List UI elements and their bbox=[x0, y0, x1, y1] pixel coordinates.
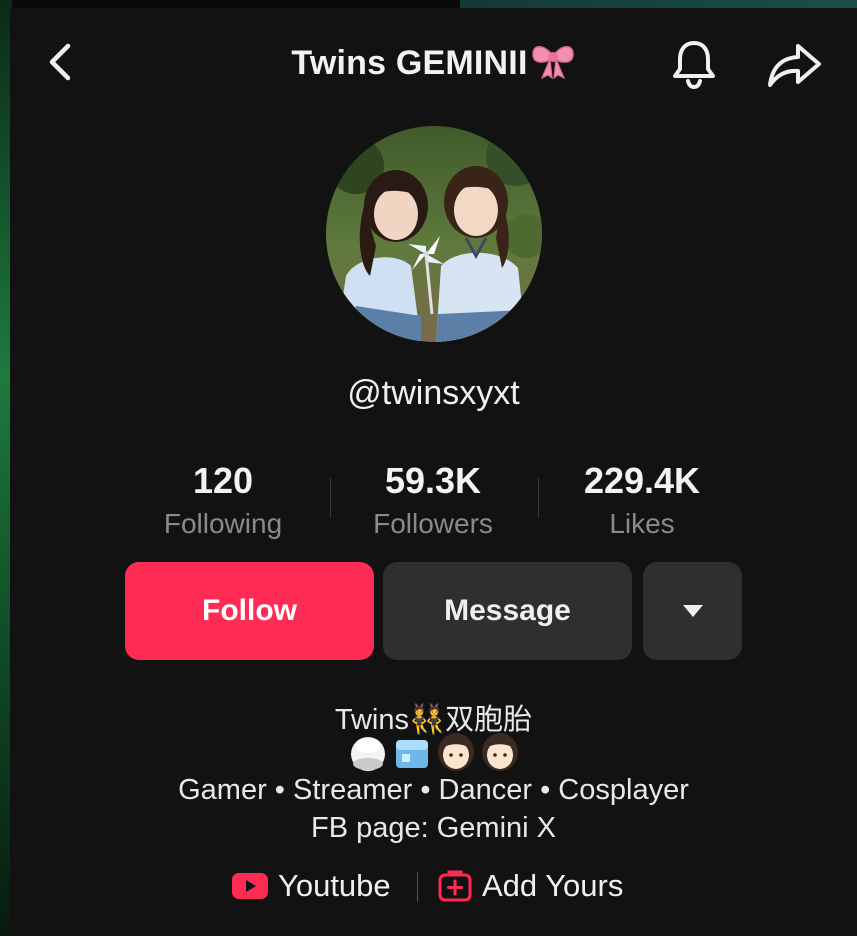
share-arrow-icon bbox=[768, 44, 821, 87]
stat-following-label: Following bbox=[163, 508, 283, 539]
profile-photo-twins bbox=[326, 126, 542, 342]
top-bar: Twins GEMINII bbox=[10, 8, 857, 108]
stat-divider bbox=[538, 478, 539, 518]
page-title-text: Twins GEMINII bbox=[291, 44, 528, 82]
stat-followers-label: Followers bbox=[373, 508, 493, 539]
youtube-link-label: Youtube bbox=[278, 868, 391, 903]
ice-cube-icon bbox=[395, 740, 428, 768]
message-button-label: Message bbox=[444, 594, 571, 627]
profile-panel: Twins GEMINII @twinsxyxt 120 Following 5… bbox=[10, 8, 857, 936]
notification-bell-button[interactable] bbox=[670, 38, 718, 90]
stat-following[interactable]: 120 Following bbox=[133, 460, 313, 540]
message-button[interactable]: Message bbox=[383, 562, 632, 660]
bio-line-3: Gamer • Streamer • Dancer • Cosplayer bbox=[178, 774, 689, 806]
bio-line-4: FB page: Gemini X bbox=[311, 812, 556, 844]
follow-button[interactable]: Follow bbox=[125, 562, 374, 660]
stat-likes[interactable]: 229.4K Likes bbox=[552, 460, 732, 540]
caret-down-icon bbox=[682, 605, 703, 617]
username: @twinsxyxt bbox=[347, 374, 520, 412]
stat-followers-value: 59.3K bbox=[384, 460, 482, 501]
bell-icon bbox=[673, 41, 715, 90]
link-divider bbox=[417, 872, 418, 902]
profile-links: Youtube Add Yours bbox=[10, 864, 857, 908]
stat-followers[interactable]: 59.3K Followers bbox=[343, 460, 523, 540]
girl-face-icon bbox=[481, 733, 518, 771]
stat-divider bbox=[330, 478, 331, 518]
youtube-link[interactable]: Youtube bbox=[232, 864, 391, 908]
avatar[interactable] bbox=[326, 126, 542, 342]
stat-likes-label: Likes bbox=[609, 508, 675, 539]
share-button[interactable] bbox=[766, 40, 824, 90]
bio-emoji-row bbox=[10, 732, 857, 772]
add-yours-icon bbox=[438, 870, 472, 902]
rice-ball-icon bbox=[350, 737, 385, 771]
follow-button-label: Follow bbox=[202, 594, 297, 627]
stat-following-value: 120 bbox=[192, 460, 254, 501]
more-options-dropdown-button[interactable] bbox=[643, 562, 742, 660]
add-yours-link-label: Add Yours bbox=[482, 868, 624, 903]
page-title: Twins GEMINII bbox=[10, 40, 857, 89]
ribbon-bow-icon bbox=[530, 40, 576, 89]
stat-likes-value: 229.4K bbox=[583, 460, 701, 501]
girl-face-icon bbox=[437, 733, 474, 771]
youtube-icon bbox=[232, 873, 268, 899]
add-yours-link[interactable]: Add Yours bbox=[438, 864, 623, 908]
